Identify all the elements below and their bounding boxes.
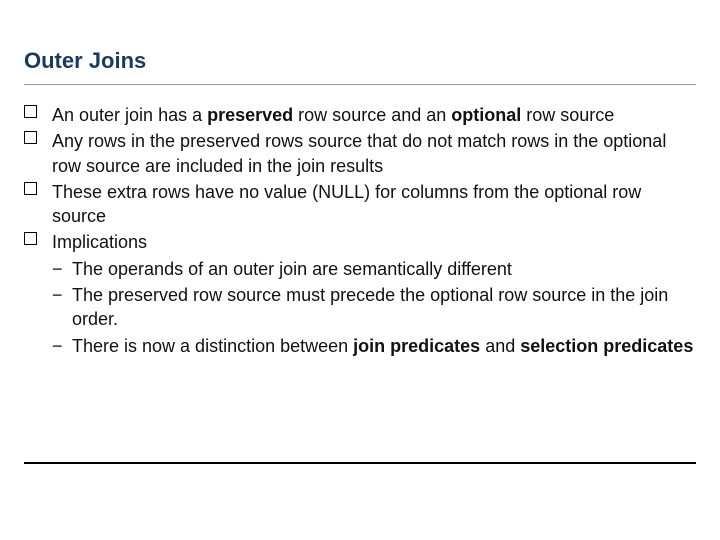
sub-bullet-text: There is now a distinction between join … [72, 336, 693, 356]
sub-bullet-text: The preserved row source must precede th… [72, 285, 668, 329]
sub-bullet-text: The operands of an outer join are semant… [72, 259, 512, 279]
bullet-item: These extra rows have no value (NULL) fo… [24, 180, 696, 229]
slide-title: Outer Joins [24, 48, 696, 85]
bullet-item: An outer join has a preserved row source… [24, 103, 696, 127]
dash-bullet-icon: − [52, 334, 63, 358]
sub-bullet-item: − There is now a distinction between joi… [24, 334, 696, 358]
footer-divider [24, 462, 696, 464]
bullet-text: These extra rows have no value (NULL) fo… [52, 182, 641, 226]
square-bullet-icon [24, 182, 37, 195]
sub-bullet-item: − The preserved row source must precede … [24, 283, 696, 332]
bullet-text: Implications [52, 232, 147, 252]
bullet-text: Any rows in the preserved rows source th… [52, 131, 666, 175]
square-bullet-icon [24, 105, 37, 118]
slide-body: An outer join has a preserved row source… [24, 103, 696, 358]
square-bullet-icon [24, 131, 37, 144]
dash-bullet-icon: − [52, 257, 63, 281]
bullet-item: Implications [24, 230, 696, 254]
sub-bullet-item: − The operands of an outer join are sema… [24, 257, 696, 281]
bullet-text: An outer join has a preserved row source… [52, 105, 614, 125]
bullet-item: Any rows in the preserved rows source th… [24, 129, 696, 178]
square-bullet-icon [24, 232, 37, 245]
dash-bullet-icon: − [52, 283, 63, 307]
